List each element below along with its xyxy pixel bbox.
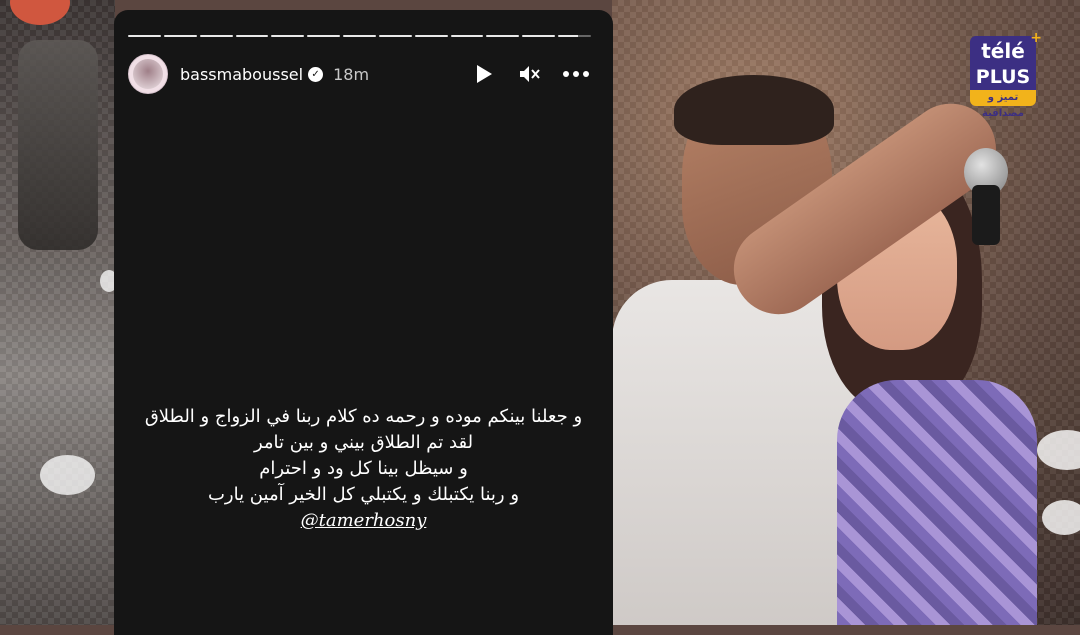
progress-segment bbox=[271, 35, 305, 37]
play-icon[interactable] bbox=[469, 59, 499, 89]
microphone-body bbox=[972, 185, 1000, 245]
story-controls bbox=[469, 59, 591, 89]
progress-segment bbox=[343, 35, 376, 37]
story-header: bassmaboussel ✓ 18m bbox=[128, 54, 591, 94]
brand-line2: PLUS bbox=[970, 64, 1036, 90]
caption-line: و ربنا يكتبلك و يكتبلي كل الخير آمين يار… bbox=[207, 484, 520, 505]
stage-light-spot bbox=[1042, 500, 1080, 535]
progress-segment bbox=[414, 35, 448, 37]
man-hair bbox=[674, 75, 834, 145]
progress-segment bbox=[522, 35, 556, 37]
caption-line: و جعلنا بينكم موده و رحمه ده كلام ربنا ف… bbox=[144, 406, 583, 427]
more-options-icon[interactable] bbox=[561, 59, 591, 89]
progress-segment bbox=[378, 35, 412, 37]
woman-dress bbox=[837, 380, 1037, 625]
teleplus-logo: télé PLUS تميز و مصداقية + bbox=[970, 30, 1042, 119]
stage-lamp bbox=[18, 40, 98, 250]
progress-segment bbox=[450, 35, 484, 37]
progress-segment bbox=[199, 35, 233, 37]
mute-icon[interactable] bbox=[515, 59, 545, 89]
background-left-photo bbox=[0, 0, 118, 625]
balloon-decoration bbox=[10, 0, 70, 25]
brand-plus-mark: + bbox=[1030, 30, 1042, 46]
progress-segment bbox=[163, 35, 197, 37]
caption-line: و سيظل بينا كل ود و احترام bbox=[259, 458, 468, 479]
progress-segment bbox=[486, 35, 520, 37]
brand-tagline: تميز و مصداقية bbox=[970, 90, 1036, 119]
progress-segment bbox=[128, 35, 161, 37]
stage-light-spot bbox=[1037, 430, 1080, 470]
instagram-story[interactable]: bassmaboussel ✓ 18m و جعلنا بينكم موده و… bbox=[114, 10, 613, 635]
progress-segment bbox=[307, 35, 341, 37]
progress-segment bbox=[235, 35, 269, 37]
caption-line: لقد تم الطلاق بيني و بين تامر bbox=[253, 432, 474, 453]
story-username[interactable]: bassmaboussel bbox=[180, 65, 303, 84]
story-timestamp: 18m bbox=[333, 64, 370, 84]
verified-badge-icon: ✓ bbox=[308, 66, 324, 82]
brand-line1: télé bbox=[970, 36, 1036, 66]
progress-segment bbox=[558, 35, 591, 37]
story-caption: و جعلنا بينكم موده و رحمه ده كلام ربنا ف… bbox=[134, 404, 593, 534]
story-progress-bar bbox=[128, 35, 591, 37]
mention-link[interactable]: @tamerhosny bbox=[134, 508, 593, 534]
profile-avatar[interactable] bbox=[128, 54, 168, 94]
stage-light-spot bbox=[40, 455, 95, 495]
